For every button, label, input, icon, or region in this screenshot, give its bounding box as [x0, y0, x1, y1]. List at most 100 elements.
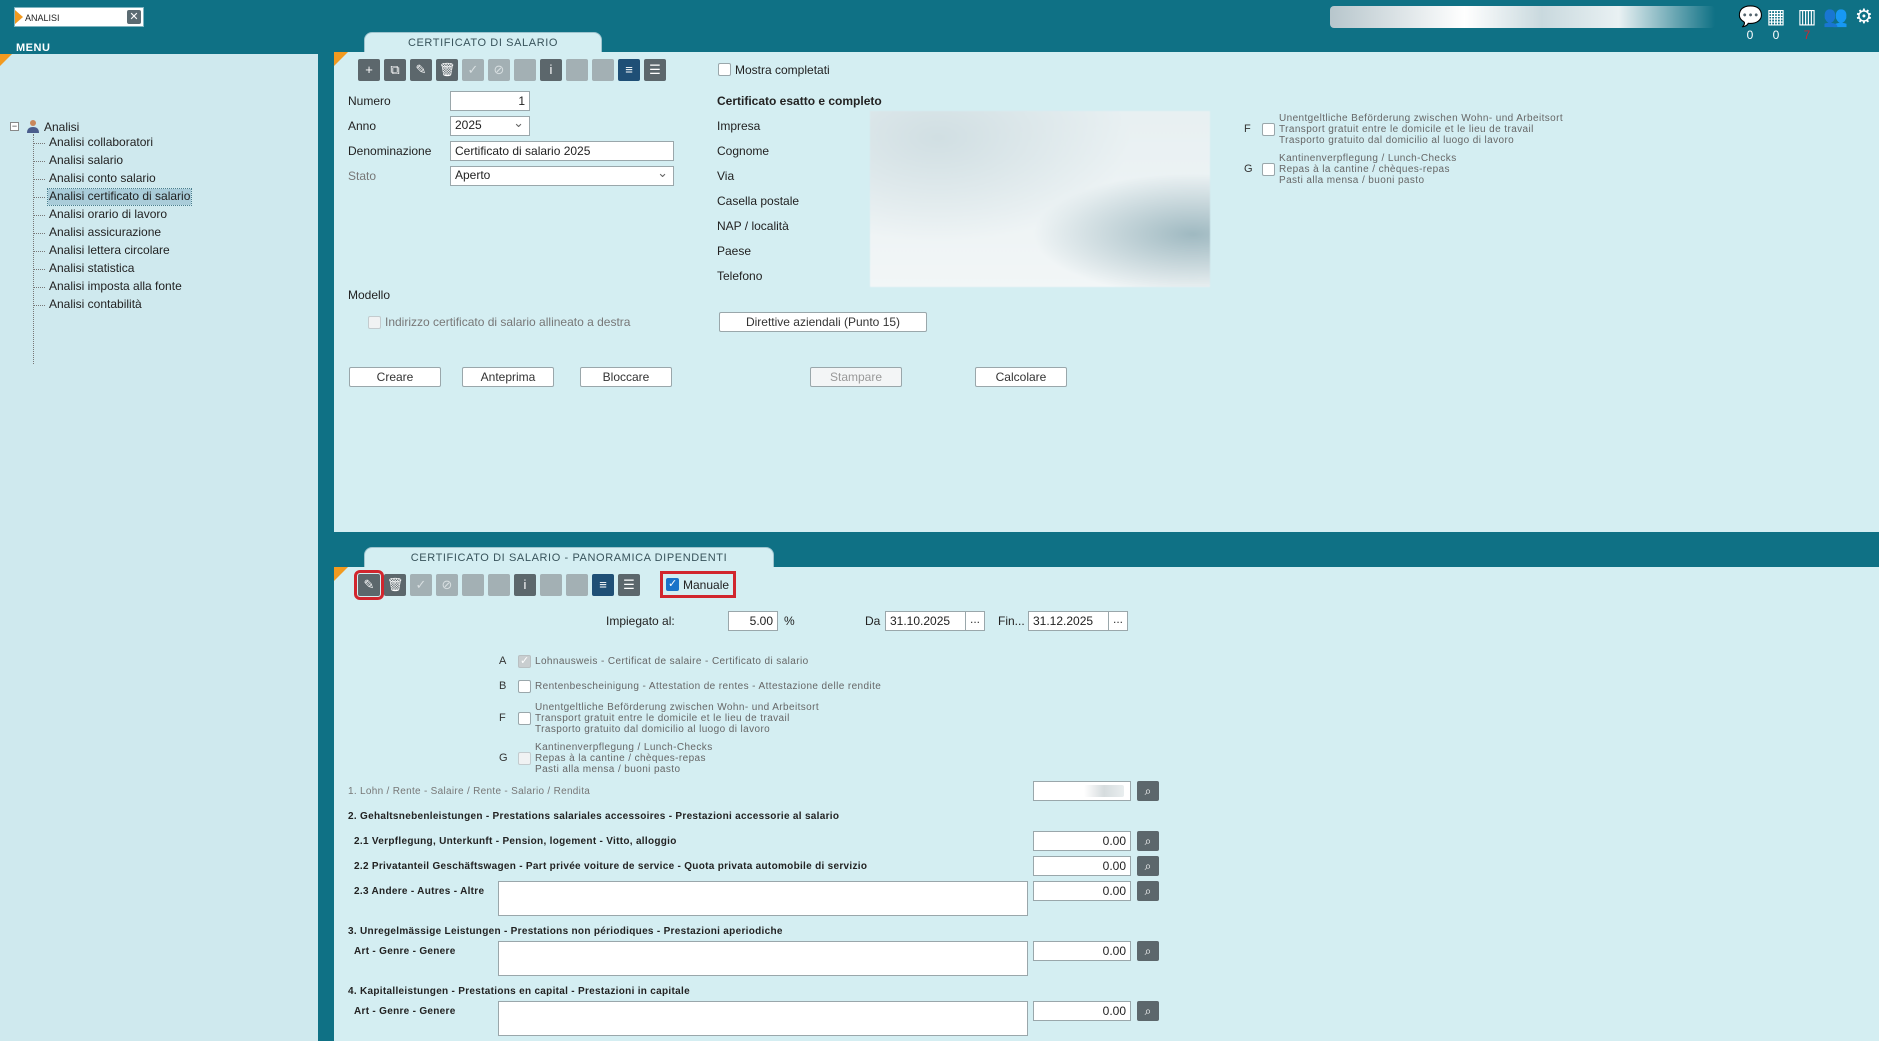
sidebar-item[interactable]: Analisi assicurazione	[48, 225, 162, 241]
sidebar-item[interactable]: Analisi imposta alla fonte	[48, 279, 183, 295]
row-4-text[interactable]	[498, 1001, 1028, 1036]
module-search[interactable]: ✕	[14, 7, 144, 27]
option-a-checkbox[interactable]	[518, 654, 531, 668]
row-3-amount[interactable]	[1033, 941, 1131, 961]
module-search-input[interactable]	[25, 10, 121, 25]
copy-icon[interactable]: ⧉	[384, 59, 406, 81]
lock-button[interactable]: Bloccare	[580, 367, 672, 387]
employed-percent-field[interactable]	[728, 611, 778, 631]
row-4-label: Art - Genre - Genere	[354, 1006, 456, 1017]
detail-view-icon[interactable]: ≡	[592, 574, 614, 596]
option-b-checkbox[interactable]	[518, 680, 531, 693]
row-2-3-search-icon[interactable]: ⌕	[1137, 881, 1159, 901]
sidebar-item[interactable]: Analisi salario	[48, 153, 124, 169]
stato-label: Stato	[348, 169, 377, 183]
to-date-picker-button[interactable]: ...	[1108, 612, 1127, 630]
section-4-label: 4. Kapitalleistungen - Prestations en ca…	[348, 986, 690, 997]
g-checkbox-top[interactable]	[1262, 163, 1275, 176]
calendar-count: 0	[1772, 28, 1780, 42]
chat-icon[interactable]: 💬	[1738, 5, 1763, 29]
preview-button[interactable]: Anteprima	[462, 367, 554, 387]
row-2-2-search-icon[interactable]: ⌕	[1137, 856, 1159, 876]
address-right-checkbox[interactable]	[368, 316, 381, 329]
sidebar-item[interactable]: Analisi contabilità	[48, 297, 143, 313]
tree-connector	[33, 143, 45, 144]
tasks-icon[interactable]: ▥	[1795, 5, 1819, 29]
collapse-icon[interactable]: −	[10, 122, 19, 131]
tab-employee-overview[interactable]: CERTIFICATO DI SALARIO - PANORAMICA DIPE…	[364, 547, 774, 567]
option-b-line-1: Rentenbescheinigung - Attestation de ren…	[535, 681, 882, 692]
tree-connector	[33, 233, 45, 234]
sidebar-item[interactable]: Analisi lettera circolare	[48, 243, 171, 259]
option-g-line-3: Pasti alla mensa / buoni pasto	[535, 764, 681, 775]
option-f-line-1: Unentgeltliche Beförderung zwischen Wohn…	[535, 702, 820, 713]
section-1-search-icon[interactable]: ⌕	[1137, 781, 1159, 801]
row-2-3-amount[interactable]	[1033, 881, 1131, 901]
anno-select[interactable]: 2025	[450, 115, 530, 136]
section-1-amount[interactable]	[1033, 781, 1131, 801]
blank-icon[interactable]	[592, 59, 614, 81]
edit-icon[interactable]: ✎	[354, 570, 384, 600]
blank-icon[interactable]	[488, 574, 510, 596]
cancel-icon[interactable]: ⊘	[436, 574, 458, 596]
tree-root-label[interactable]: Analisi	[44, 120, 79, 134]
confirm-icon[interactable]: ✓	[462, 59, 484, 81]
tree-connector	[33, 251, 45, 252]
stato-select[interactable]: Aperto	[450, 165, 674, 186]
cancel-icon[interactable]: ⊘	[488, 59, 510, 81]
gear-icon[interactable]: ⚙	[1852, 5, 1876, 29]
show-completed-checkbox[interactable]	[718, 63, 731, 76]
option-f-checkbox[interactable]	[518, 712, 531, 725]
calculate-button[interactable]: Calcolare	[975, 367, 1067, 387]
denominazione-field[interactable]	[450, 141, 674, 161]
tab-certificate[interactable]: CERTIFICATO DI SALARIO	[364, 32, 602, 52]
info-icon[interactable]: i	[540, 59, 562, 81]
numero-field[interactable]	[450, 91, 530, 111]
blank-icon[interactable]	[514, 59, 536, 81]
blank-icon[interactable]	[540, 574, 562, 596]
create-button[interactable]: Creare	[349, 367, 441, 387]
add-icon[interactable]: +	[358, 59, 380, 81]
blank-icon[interactable]	[566, 574, 588, 596]
directives-button[interactable]: Direttive aziendali (Punto 15)	[719, 312, 927, 332]
detail-view-icon[interactable]: ≡	[618, 59, 640, 81]
from-date-picker-button[interactable]: ...	[965, 612, 984, 630]
blank-icon[interactable]	[462, 574, 484, 596]
sidebar-item[interactable]: Analisi orario di lavoro	[48, 207, 168, 223]
row-4-search-icon[interactable]: ⌕	[1137, 1001, 1159, 1021]
blank-icon[interactable]	[566, 59, 588, 81]
row-2-3-text[interactable]	[498, 881, 1028, 916]
calendar-icon[interactable]: ▦	[1764, 5, 1788, 29]
list-view-icon[interactable]: ☰	[618, 574, 640, 596]
row-2-1-amount[interactable]	[1033, 831, 1131, 851]
sidebar-item[interactable]: Analisi collaboratori	[48, 135, 154, 151]
corner-marker	[334, 567, 348, 581]
info-icon[interactable]: i	[514, 574, 536, 596]
sidebar-item[interactable]: Analisi statistica	[48, 261, 135, 277]
row-2-2-amount[interactable]	[1033, 856, 1131, 876]
f-checkbox-top[interactable]	[1262, 123, 1275, 136]
row-3-search-icon[interactable]: ⌕	[1137, 941, 1159, 961]
option-f-description: Unentgeltliche Beförderung zwischen Wohn…	[535, 702, 819, 735]
option-g-checkbox[interactable]	[518, 752, 531, 765]
row-2-1-search-icon[interactable]: ⌕	[1137, 831, 1159, 851]
confirm-icon[interactable]: ✓	[410, 574, 432, 596]
f-description: Unentgeltliche Beförderung zwischen Wohn…	[1279, 113, 1563, 146]
delete-icon[interactable]: 🗑	[384, 574, 406, 596]
row-4-amount[interactable]	[1033, 1001, 1131, 1021]
menu-label[interactable]: MENU	[16, 42, 50, 54]
row-3-text[interactable]	[498, 941, 1028, 976]
list-view-icon[interactable]: ☰	[644, 59, 666, 81]
clear-icon[interactable]: ✕	[127, 10, 141, 24]
section-1-label: 1. Lohn / Rente - Salaire / Rente - Sala…	[348, 786, 591, 797]
delete-icon[interactable]: 🗑	[436, 59, 458, 81]
users-icon[interactable]: 👥	[1823, 5, 1848, 29]
sidebar-item[interactable]: Analisi conto salario	[48, 171, 157, 187]
option-g-description: Kantinenverpflegung / Lunch-Checks Repas…	[535, 742, 713, 775]
row-2-2-label: 2.2 Privatanteil Geschäftswagen - Part p…	[354, 861, 868, 872]
tasks-count: 7	[1803, 28, 1811, 42]
manual-checkbox[interactable]	[666, 577, 679, 591]
sidebar-item[interactable]: Analisi certificato di salario	[46, 188, 193, 206]
edit-icon[interactable]: ✎	[410, 59, 432, 81]
print-button[interactable]: Stampare	[810, 367, 902, 387]
